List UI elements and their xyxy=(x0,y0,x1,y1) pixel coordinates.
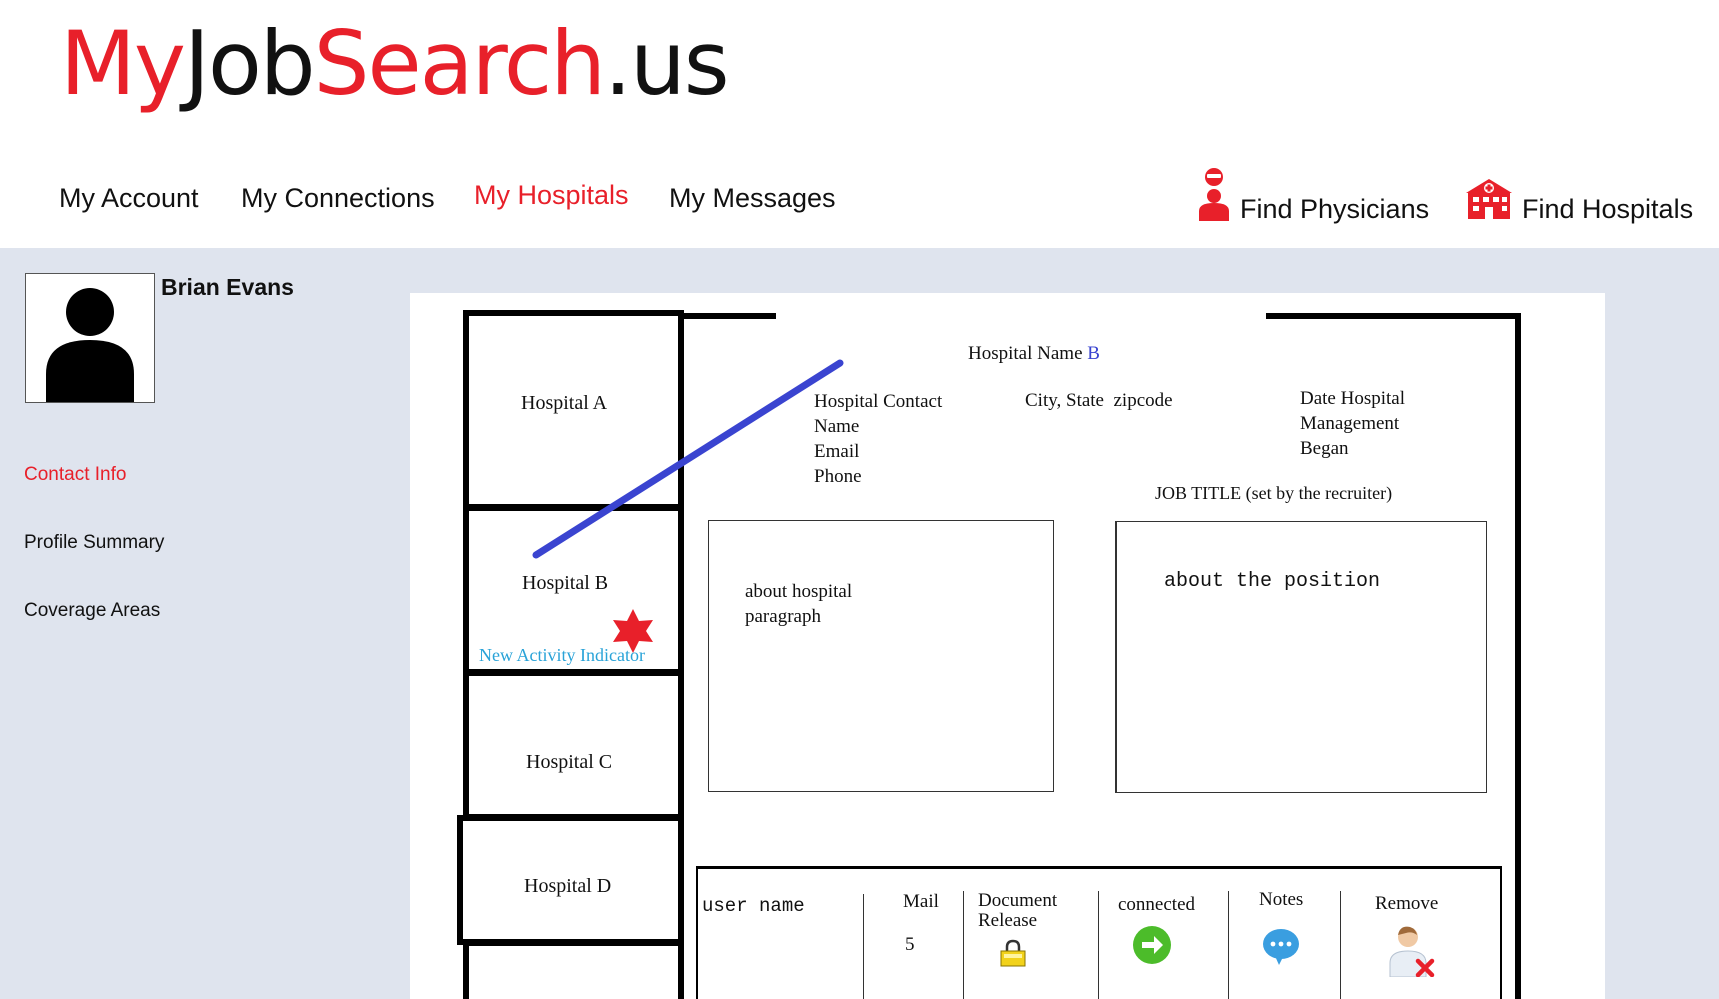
site-header: MyJobSearch.us My Account My Connections… xyxy=(0,0,1719,248)
logo-text-job: Job xyxy=(184,12,316,115)
contact-line: Name xyxy=(814,416,860,437)
contact-line: Email xyxy=(814,441,860,462)
hospital-list-item[interactable] xyxy=(463,940,684,999)
main-nav: My Account My Connections My Hospitals M… xyxy=(0,180,900,223)
find-hospitals-button[interactable]: Find Hospitals xyxy=(1464,165,1693,225)
nav-my-messages[interactable]: My Messages xyxy=(669,183,836,214)
column-divider xyxy=(1228,891,1229,999)
remove-label: Remove xyxy=(1375,893,1439,914)
column-divider xyxy=(963,891,964,999)
date-line: Management xyxy=(1300,413,1400,434)
logo-text-my: My xyxy=(60,12,186,115)
hospital-location: City, State zipcode xyxy=(1025,390,1173,411)
about-hospital-box: about hospital paragraph xyxy=(708,520,1054,792)
hospital-icon xyxy=(1466,179,1512,219)
sidebar-item-profile-summary[interactable]: Profile Summary xyxy=(24,532,164,554)
column-divider xyxy=(1098,891,1099,999)
hospital-name-label: Hospital Name B xyxy=(968,343,1100,365)
hospital-list-item[interactable] xyxy=(463,670,684,820)
contact-line: Hospital Contact xyxy=(814,391,943,412)
column-divider xyxy=(863,894,864,999)
hospital-b-label: Hospital B xyxy=(522,572,609,594)
job-title-label: JOB TITLE (set by the recruiter) xyxy=(1155,483,1393,503)
connection-bar: user name Mail 5 Document Release connec… xyxy=(696,866,1502,999)
connected-label: connected xyxy=(1118,894,1196,915)
hospital-d-label: Hospital D xyxy=(524,875,612,897)
about-hospital-text: about hospital xyxy=(745,581,853,602)
new-activity-indicator: New Activity Indicator xyxy=(479,645,645,665)
sidebar-item-coverage-areas[interactable]: Coverage Areas xyxy=(24,600,160,622)
hospital-contact-block: Hospital Contact Name Email Phone xyxy=(814,389,942,489)
user-silhouette-icon xyxy=(46,288,134,402)
document-release-line: Release xyxy=(978,910,1038,931)
document-lock-icon[interactable] xyxy=(998,939,1028,967)
about-hospital-text: paragraph xyxy=(745,606,821,627)
profile-name: Brian Evans xyxy=(161,274,294,300)
sidebar-item-contact-info[interactable]: Contact Info xyxy=(24,464,126,486)
frame-gap xyxy=(776,312,1266,320)
remove-user-icon[interactable] xyxy=(1388,923,1436,977)
nav-my-hospitals[interactable]: My Hospitals xyxy=(474,180,629,211)
avatar[interactable] xyxy=(25,273,155,403)
contact-line: Phone xyxy=(814,466,862,487)
date-line: Date Hospital xyxy=(1300,388,1406,409)
document-release-line: Document xyxy=(978,890,1058,911)
notes-chat-icon[interactable] xyxy=(1261,927,1301,967)
connection-user-name[interactable]: user name xyxy=(702,895,805,917)
column-divider xyxy=(1340,891,1341,999)
nav-my-connections[interactable]: My Connections xyxy=(241,183,435,214)
management-date-block: Date Hospital Management Began xyxy=(1300,386,1405,461)
hospital-c-label: Hospital C xyxy=(526,751,613,773)
logo-text-us: .us xyxy=(604,12,730,115)
connected-arrow-icon[interactable] xyxy=(1132,925,1172,965)
about-position-text: about the position xyxy=(1164,570,1381,593)
about-position-box: about the position xyxy=(1115,521,1487,793)
find-physicians-label: Find Physicians xyxy=(1240,194,1430,224)
find-hospitals-label: Find Hospitals xyxy=(1522,194,1694,224)
hospital-name-label-text: Hospital Name xyxy=(968,343,1083,364)
mail-count[interactable]: 5 xyxy=(905,934,915,956)
logo-text-search: Search xyxy=(313,12,606,115)
date-line: Began xyxy=(1300,438,1349,459)
mail-label: Mail xyxy=(903,891,939,912)
site-logo[interactable]: MyJobSearch.us xyxy=(60,20,730,108)
notes-label: Notes xyxy=(1259,889,1304,910)
nav-my-account[interactable]: My Account xyxy=(59,183,199,214)
hospital-name-value: B xyxy=(1087,343,1100,364)
find-physicians-button[interactable]: Find Physicians xyxy=(1196,165,1429,225)
doctor-icon xyxy=(1199,168,1229,221)
document-release-label: Document Release xyxy=(978,891,1057,931)
